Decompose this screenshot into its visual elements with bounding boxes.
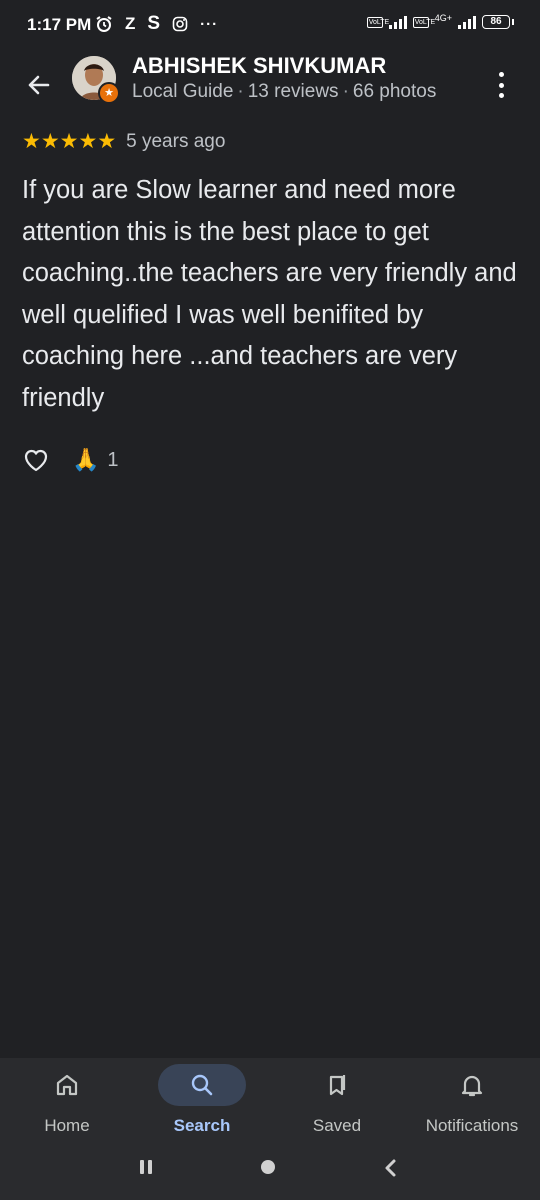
more-notifications-icon: ··· xyxy=(200,15,219,33)
reaction-emoji[interactable]: 🙏 xyxy=(72,447,99,473)
bell-icon xyxy=(428,1064,516,1106)
reviewer-header: ★ ABHISHEK SHIVKUMAR Local Guide · 13 revi… xyxy=(0,52,540,118)
review-text: If you are Slow learner and need more at… xyxy=(22,176,517,412)
local-guide-badge-icon: ★ xyxy=(98,82,120,104)
photos-count: 66 photos xyxy=(352,81,437,102)
like-heart-icon[interactable] xyxy=(22,446,50,474)
s-icon: S xyxy=(147,13,161,34)
nav-notifications[interactable]: Notifications xyxy=(405,1064,539,1140)
reviewer-name[interactable]: ABHISHEK SHIVKUMAR xyxy=(132,53,386,79)
instagram-icon xyxy=(172,16,188,32)
star-rating: ★ ★ ★ ★ ★ xyxy=(22,131,116,153)
signal-icon-2 xyxy=(458,15,476,29)
recents-icon[interactable] xyxy=(140,1160,152,1174)
star-icon: ★ xyxy=(97,130,117,153)
home-button-icon[interactable] xyxy=(261,1160,275,1174)
signal-icon xyxy=(388,15,407,29)
star-icon: ★ xyxy=(78,130,98,153)
notification-icons: Z S ··· xyxy=(95,13,218,35)
reviews-count: 13 reviews xyxy=(247,81,339,102)
nav-saved-label: Saved xyxy=(312,1116,362,1135)
nav-home[interactable]: Home xyxy=(0,1064,134,1140)
z-icon: Z xyxy=(125,14,136,33)
home-icon xyxy=(23,1064,111,1106)
search-icon xyxy=(158,1064,246,1106)
local-guide-label: Local Guide xyxy=(132,81,234,102)
battery-icon: 86 xyxy=(482,15,514,29)
star-icon: ★ xyxy=(22,130,41,153)
volte-icon: VoLTE xyxy=(366,16,390,28)
system-back-icon[interactable] xyxy=(382,1158,398,1178)
star-icon: ★ xyxy=(59,130,79,153)
volte-icon-2: VoLTE xyxy=(412,16,436,28)
reaction-count: 1 xyxy=(107,448,119,471)
nav-notifications-label: Notifications xyxy=(425,1116,519,1135)
reviewer-meta: Local Guide · 13 reviews · 66 photos xyxy=(132,81,436,103)
review-reactions: 🙏 1 xyxy=(22,446,119,474)
bottom-navigation: Home Search Saved Notifications xyxy=(0,1058,540,1144)
bookmark-icon xyxy=(293,1064,381,1106)
status-time: 1:17 PM xyxy=(27,15,92,34)
review-age: 5 years ago xyxy=(126,131,226,152)
more-options-icon[interactable] xyxy=(488,68,514,102)
nav-home-label: Home xyxy=(44,1116,90,1135)
star-icon: ★ xyxy=(40,130,60,153)
separator: · xyxy=(237,81,244,102)
status-bar: 1:17 PM Z S ··· VoLTE VoLTE 4G+ 86 xyxy=(0,0,540,50)
system-status: VoLTE VoLTE 4G+ 86 xyxy=(366,13,514,29)
back-arrow-icon[interactable] xyxy=(22,68,56,102)
nav-search[interactable]: Search xyxy=(135,1064,269,1140)
network-type: 4G+ xyxy=(434,13,452,23)
nav-saved[interactable]: Saved xyxy=(270,1064,404,1140)
alarm-icon xyxy=(96,16,112,32)
system-navigation xyxy=(0,1144,540,1200)
nav-search-label: Search xyxy=(173,1116,231,1135)
review-rating: ★ ★ ★ ★ ★ 5 years ago xyxy=(22,131,225,153)
separator: · xyxy=(342,81,349,102)
